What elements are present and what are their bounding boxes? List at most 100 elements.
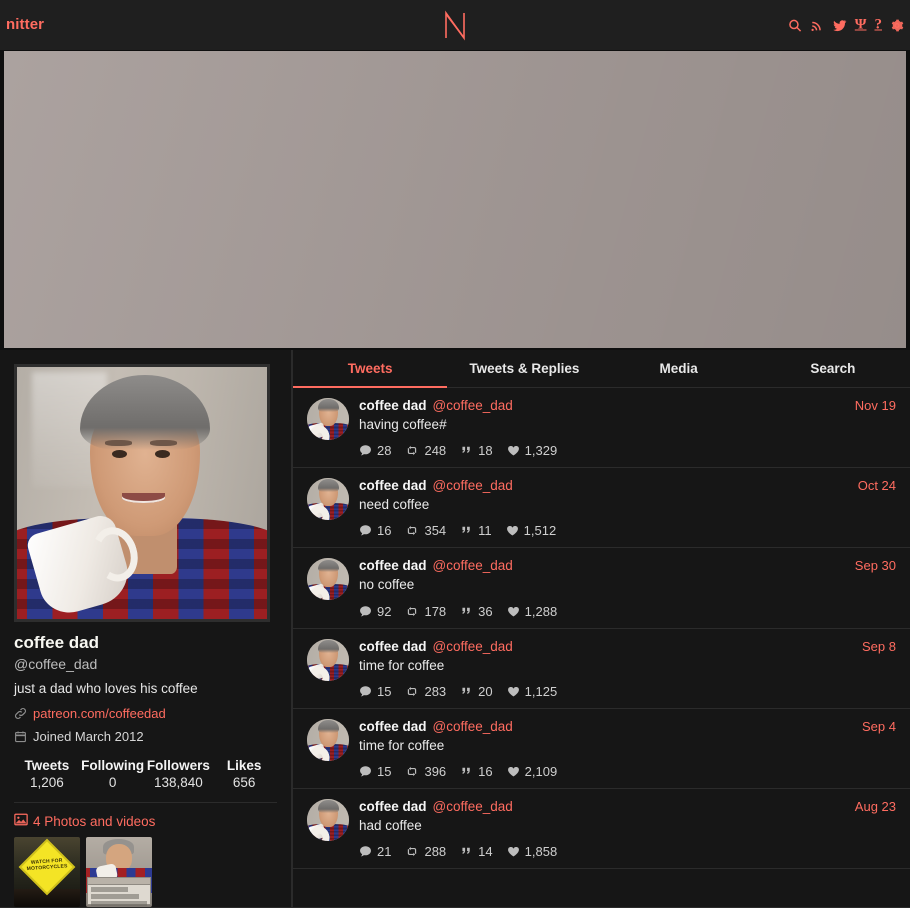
- stat-tweets-label: Tweets: [24, 758, 70, 774]
- tweet-text: had coffee: [359, 818, 422, 834]
- tweet-retweets[interactable]: 396: [405, 764, 446, 779]
- tweet-avatar[interactable]: [307, 718, 349, 761]
- tweet-avatar[interactable]: [307, 398, 349, 440]
- photos-header[interactable]: 4 Photos and videos: [14, 813, 277, 829]
- tweet-likes[interactable]: 1,329: [507, 443, 557, 458]
- tweet-username[interactable]: @coffee_dad: [433, 558, 513, 573]
- tweet-replies[interactable]: 92: [359, 604, 391, 619]
- tweet-avatar[interactable]: [307, 478, 349, 521]
- tweet-item-5[interactable]: coffee dad @coffee_dad had coffee 21 288…: [293, 789, 910, 870]
- tweet-replies[interactable]: 21: [359, 844, 391, 859]
- tweet-stats: 15 283 20 1,125: [359, 684, 896, 699]
- avatar-brow-right: [149, 440, 177, 446]
- tweet-item-3[interactable]: coffee dad @coffee_dad time for coffee 1…: [293, 629, 910, 709]
- tweet-date[interactable]: Aug 23: [855, 799, 896, 814]
- tweet-text: need coffee: [359, 497, 430, 513]
- stat-tweets[interactable]: Tweets 1,206: [14, 758, 80, 790]
- tweet-quotes[interactable]: 11: [460, 523, 492, 538]
- tweet-quotes[interactable]: 14: [460, 844, 493, 859]
- comment-icon: [359, 444, 372, 457]
- search-icon[interactable]: [788, 18, 802, 32]
- tweet-avatar[interactable]: [307, 558, 349, 601]
- tweet-fullname[interactable]: coffee dad: [359, 478, 427, 493]
- tweet-username[interactable]: @coffee_dad: [433, 799, 513, 814]
- tweet-likes[interactable]: 1,125: [507, 684, 557, 699]
- tweet-fullname[interactable]: coffee dad: [359, 558, 427, 573]
- tweet-item-4[interactable]: coffee dad @coffee_dad time for coffee 1…: [293, 709, 910, 790]
- tweet-date[interactable]: Sep 8: [862, 639, 896, 654]
- tweet-username[interactable]: @coffee_dad: [433, 478, 513, 493]
- tweet-quotes[interactable]: 16: [460, 764, 493, 779]
- tweet-replies[interactable]: 15: [359, 684, 391, 699]
- tweet-likes[interactable]: 1,858: [507, 844, 557, 859]
- tweet-retweets[interactable]: 354: [405, 523, 446, 538]
- content-area: coffee dad @coffee_dad just a dad who lo…: [0, 350, 910, 908]
- profile-bio: just a dad who loves his coffee: [14, 681, 198, 696]
- tweet-date[interactable]: Nov 19: [855, 398, 896, 413]
- tweet-item-1[interactable]: coffee dad @coffee_dad need coffee 16 35…: [293, 468, 910, 549]
- tweet-avatar[interactable]: [307, 638, 349, 681]
- profile-website-link[interactable]: patreon.com/coffeedad: [33, 706, 166, 721]
- tweet-date[interactable]: Sep 30: [855, 558, 896, 573]
- tweet-item-2[interactable]: coffee dad @coffee_dad no coffee 92 178 …: [293, 548, 910, 629]
- tweet-stats: 21 288 14 1,858: [359, 844, 896, 859]
- tweet-quotes[interactable]: 18: [460, 443, 493, 458]
- tweet-username[interactable]: @coffee_dad: [433, 639, 513, 654]
- stat-following[interactable]: Following 0: [80, 758, 146, 790]
- twitter-bird-icon[interactable]: [832, 18, 847, 32]
- tweet-header: coffee dad @coffee_dad: [359, 558, 896, 573]
- tweet-retweets[interactable]: 178: [405, 604, 446, 619]
- photo-thumbnail-man-with-mug[interactable]: [86, 837, 152, 907]
- quote-icon: [460, 685, 473, 698]
- tweet-fullname[interactable]: coffee dad: [359, 719, 427, 734]
- tab-search[interactable]: Search: [756, 350, 910, 387]
- tweet-body: coffee dad @coffee_dad need coffee 16 35…: [359, 478, 896, 538]
- tab-media[interactable]: Media: [602, 350, 756, 387]
- tweet-fullname[interactable]: coffee dad: [359, 799, 427, 814]
- tweet-avatar[interactable]: [307, 799, 349, 842]
- tweet-username[interactable]: @coffee_dad: [433, 719, 513, 734]
- tweet-replies-count: 21: [377, 844, 392, 860]
- rss-icon[interactable]: [810, 18, 824, 32]
- tweet-retweets[interactable]: 283: [405, 684, 446, 699]
- tweet-likes[interactable]: 1,512: [506, 523, 557, 539]
- tweet-body: coffee dad @coffee_dad had coffee 21 288…: [359, 799, 896, 859]
- tab-tweets-and-replies[interactable]: Tweets & Replies: [447, 350, 601, 387]
- stat-followers[interactable]: Followers 138,840: [146, 758, 212, 790]
- tweet-header: coffee dad @coffee_dad: [359, 639, 896, 654]
- tweet-likes[interactable]: 2,109: [507, 764, 557, 779]
- gear-icon[interactable]: [890, 18, 904, 32]
- stat-likes[interactable]: Likes 656: [211, 758, 277, 790]
- photo-icon: [14, 813, 28, 829]
- tweet-likes-count: 1,512: [523, 523, 557, 539]
- photo-thumbnail-motorcycle-sign[interactable]: WATCH FOR MOTORCYCLES: [14, 837, 80, 907]
- photos-and-videos-section: 4 Photos and videos WATCH FOR MOTORCYCLE…: [0, 803, 291, 907]
- tweet-likes[interactable]: 1,288: [507, 604, 557, 619]
- tweet-date[interactable]: Sep 4: [862, 719, 896, 734]
- tweet-text: time for coffee: [359, 737, 445, 753]
- question-mark-icon[interactable]: ?: [875, 17, 883, 33]
- tweet-fullname[interactable]: coffee dad: [359, 398, 427, 413]
- tweet-fullname[interactable]: coffee dad: [359, 639, 427, 654]
- tweet-replies[interactable]: 15: [359, 764, 391, 779]
- avatar[interactable]: [14, 364, 270, 622]
- patreon-icon[interactable]: Ψ: [855, 17, 867, 33]
- stat-tweets-value: 1,206: [29, 775, 64, 791]
- profile-joined-row: Joined March 2012: [14, 729, 277, 744]
- tweet-replies[interactable]: 28: [359, 443, 391, 458]
- tweet-item-0[interactable]: coffee dad @coffee_dad having coffee# 28: [293, 388, 910, 469]
- tweet-date[interactable]: Oct 24: [858, 478, 896, 493]
- quote-icon: [460, 524, 473, 537]
- tweet-retweets[interactable]: 248: [405, 443, 446, 458]
- tweet-stats: 15 396 16 2,109: [359, 764, 896, 779]
- tweet-quotes[interactable]: 20: [460, 684, 493, 699]
- tab-tweets[interactable]: Tweets: [293, 350, 448, 388]
- tweet-quotes[interactable]: 36: [460, 604, 493, 619]
- nitter-logo-icon[interactable]: [442, 9, 468, 41]
- nitter-brand-link[interactable]: nitter: [6, 16, 44, 33]
- tweet-replies[interactable]: 16: [359, 523, 391, 538]
- tweet-username[interactable]: @coffee_dad: [433, 398, 513, 413]
- tweet-retweets[interactable]: 288: [405, 844, 446, 859]
- tweet-retweets-count: 248: [424, 443, 447, 459]
- tweet-body: coffee dad @coffee_dad time for coffee 1…: [359, 719, 896, 779]
